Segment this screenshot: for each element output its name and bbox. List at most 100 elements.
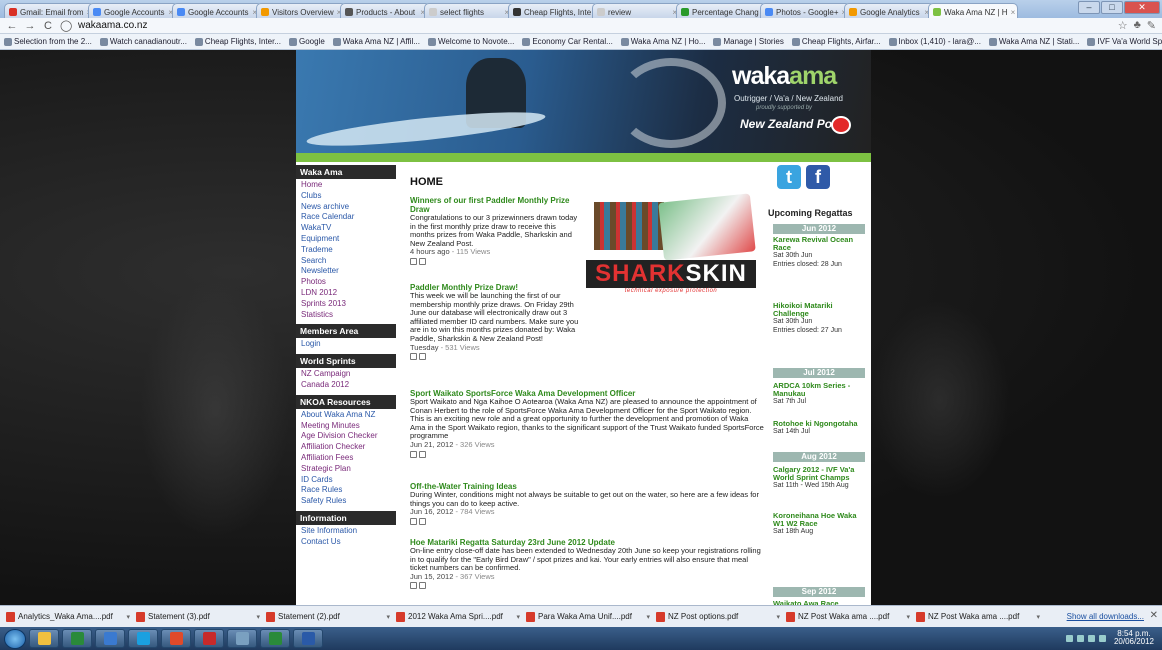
download-menu-chevron-icon[interactable]: ▾ — [256, 613, 260, 621]
browser-tab[interactable]: Google Accounts × — [88, 3, 178, 18]
sidebar-item[interactable]: WakaTV — [301, 223, 396, 234]
bookmark-item[interactable]: Welcome to Novote... — [427, 37, 514, 46]
sidebar-item[interactable]: LDN 2012 — [301, 288, 396, 299]
regatta-name[interactable]: Karewa Revival Ocean Race — [773, 235, 865, 252]
reload-icon[interactable]: C — [42, 20, 54, 32]
taskbar-app-ie[interactable] — [95, 629, 125, 648]
extension-icon[interactable]: ♣ — [1134, 19, 1141, 32]
sponsor-name[interactable]: New Zealand Post — [740, 117, 843, 131]
sidebar-item[interactable]: Safety Rules — [301, 496, 396, 507]
sidebar-item[interactable]: Age Division Checker — [301, 431, 396, 442]
battery-icon[interactable] — [1087, 634, 1095, 642]
bookmark-item[interactable]: Economy Car Rental... — [522, 37, 613, 46]
download-item[interactable]: NZ Post Waka ama ....pdf ▾ — [916, 611, 1040, 622]
email-share-icon[interactable] — [419, 450, 426, 458]
email-share-icon[interactable] — [419, 353, 426, 361]
flag-icon[interactable] — [1098, 634, 1106, 642]
sidebar-item[interactable]: Strategic Plan — [301, 464, 396, 475]
regatta-name[interactable]: Koroneihana Hoe Waka W1 W2 Race — [773, 511, 865, 528]
regatta-name[interactable]: Hikoikoi Matariki Challenge — [773, 301, 865, 318]
taskbar-app-skype[interactable] — [128, 629, 158, 648]
start-button[interactable] — [4, 628, 26, 649]
sidebar-item[interactable]: News archive — [301, 202, 396, 213]
sidebar-item[interactable]: Meeting Minutes — [301, 421, 396, 432]
download-item[interactable]: NZ Post Waka ama ....pdf ▾ — [786, 611, 910, 622]
regatta-name[interactable]: Calgary 2012 - IVF Va'a World Sprint Cha… — [773, 465, 865, 482]
maximize-button[interactable]: □ — [1101, 1, 1123, 14]
sidebar-item[interactable]: Affiliation Fees — [301, 453, 396, 464]
regatta-name[interactable]: Rotohoe ki Ngongotaha — [773, 419, 865, 428]
email-share-icon[interactable] — [419, 517, 426, 525]
facebook-share-icon[interactable] — [410, 353, 417, 361]
star-icon[interactable]: ☆ — [1118, 19, 1128, 32]
tab-close-icon[interactable]: × — [1011, 8, 1016, 17]
bookmark-item[interactable]: IVF Va'a World Sprin... — [1087, 37, 1162, 46]
sidebar-item[interactable]: NZ Campaign — [301, 369, 396, 380]
sidebar-item[interactable]: Canada 2012 — [301, 380, 396, 391]
sidebar-item[interactable]: Contact Us — [301, 537, 396, 548]
sidebar-item[interactable]: Sprints 2013 — [301, 299, 396, 310]
bookmark-item[interactable]: Waka Ama NZ | Affil... — [332, 37, 420, 46]
email-share-icon[interactable] — [419, 582, 426, 590]
facebook-share-icon[interactable] — [410, 257, 417, 265]
browser-tab[interactable]: Products - About × — [340, 3, 430, 18]
email-share-icon[interactable] — [419, 257, 426, 265]
site-logo[interactable]: wakaama — [732, 62, 837, 91]
volume-icon[interactable] — [1076, 634, 1084, 642]
download-item[interactable]: Statement (3).pdf ▾ — [136, 611, 260, 622]
sidebar-item[interactable]: Race Calendar — [301, 212, 396, 223]
taskbar-app-chrome[interactable] — [161, 629, 191, 648]
sidebar-item[interactable]: Newsletter — [301, 266, 396, 277]
bookmark-item[interactable]: Selection from the 2... — [4, 37, 92, 46]
sidebar-item[interactable]: Site Information — [301, 526, 396, 537]
twitter-icon[interactable]: t — [777, 165, 801, 189]
bookmark-item[interactable]: Cheap Flights, Inter... — [194, 37, 281, 46]
download-menu-chevron-icon[interactable]: ▾ — [906, 613, 910, 621]
taskbar-app-excel2[interactable] — [260, 629, 290, 648]
browser-tab[interactable]: Cheap Flights, Inte× — [508, 3, 598, 18]
close-downloads-icon[interactable]: ✕ — [1150, 610, 1158, 621]
sidebar-item[interactable]: Clubs — [301, 191, 396, 202]
clock[interactable]: 8:54 p.m. 20/06/2012 — [1114, 630, 1154, 646]
facebook-share-icon[interactable] — [410, 582, 417, 590]
download-menu-chevron-icon[interactable]: ▾ — [1036, 613, 1040, 621]
browser-tab[interactable]: Google Analytics × — [844, 3, 934, 18]
download-item[interactable]: Para Waka Ama Unif....pdf ▾ — [526, 611, 650, 622]
wrench-icon[interactable]: ✎ — [1147, 19, 1156, 32]
sidebar-item[interactable]: Race Rules — [301, 485, 396, 496]
sidebar-item[interactable]: Affiliation Checker — [301, 442, 396, 453]
browser-tab[interactable]: Visitors Overview × — [256, 3, 346, 18]
regatta-name[interactable]: ARDCA 10km Series - Manukau — [773, 381, 865, 398]
bookmark-item[interactable]: Watch canadianoutr... — [99, 37, 187, 46]
sidebar-item[interactable]: Search — [301, 256, 396, 267]
download-item[interactable]: 2012 Waka Ama Spri....pdf ▾ — [396, 611, 520, 622]
sharkskin-ad[interactable]: SHARKSKIN technical exposure protection — [586, 193, 756, 300]
bookmark-item[interactable]: Waka Ama NZ | Stati... — [988, 37, 1079, 46]
taskbar-app-word[interactable] — [293, 629, 323, 648]
network-icon[interactable] — [1065, 634, 1073, 642]
browser-tab[interactable]: Gmail: Email from× — [4, 3, 94, 18]
download-item[interactable]: Analytics_Waka Ama....pdf ▾ — [6, 611, 130, 622]
browser-tab[interactable]: select flights × — [424, 3, 514, 18]
download-menu-chevron-icon[interactable]: ▾ — [386, 613, 390, 621]
download-menu-chevron-icon[interactable]: ▾ — [646, 613, 650, 621]
sidebar-item[interactable]: Photos — [301, 277, 396, 288]
facebook-share-icon[interactable] — [410, 517, 417, 525]
bookmark-item[interactable]: Google — [288, 37, 325, 46]
bookmark-item[interactable]: Manage | Stories — [713, 37, 784, 46]
sidebar-item[interactable]: ID Cards — [301, 475, 396, 486]
facebook-share-icon[interactable] — [410, 450, 417, 458]
taskbar-app-excel[interactable] — [62, 629, 92, 648]
forward-icon[interactable]: → — [24, 20, 36, 32]
minimize-button[interactable]: – — [1078, 1, 1100, 14]
download-item[interactable]: NZ Post options.pdf ▾ — [656, 611, 780, 622]
show-all-downloads-link[interactable]: Show all downloads... — [1067, 612, 1144, 621]
download-menu-chevron-icon[interactable]: ▾ — [516, 613, 520, 621]
browser-tab[interactable]: Google Accounts × — [172, 3, 262, 18]
news-post-title[interactable]: Winners of our first Paddler Monthly Pri… — [410, 196, 580, 214]
browser-tab[interactable]: Photos - Google+× — [760, 3, 850, 18]
sidebar-item[interactable]: Trademe — [301, 245, 396, 256]
browser-tab[interactable]: Percentage Chang× — [676, 3, 766, 18]
bookmark-item[interactable]: Inbox (1,410) - lara@... — [888, 37, 981, 46]
taskbar-app-explorer[interactable] — [29, 629, 59, 648]
